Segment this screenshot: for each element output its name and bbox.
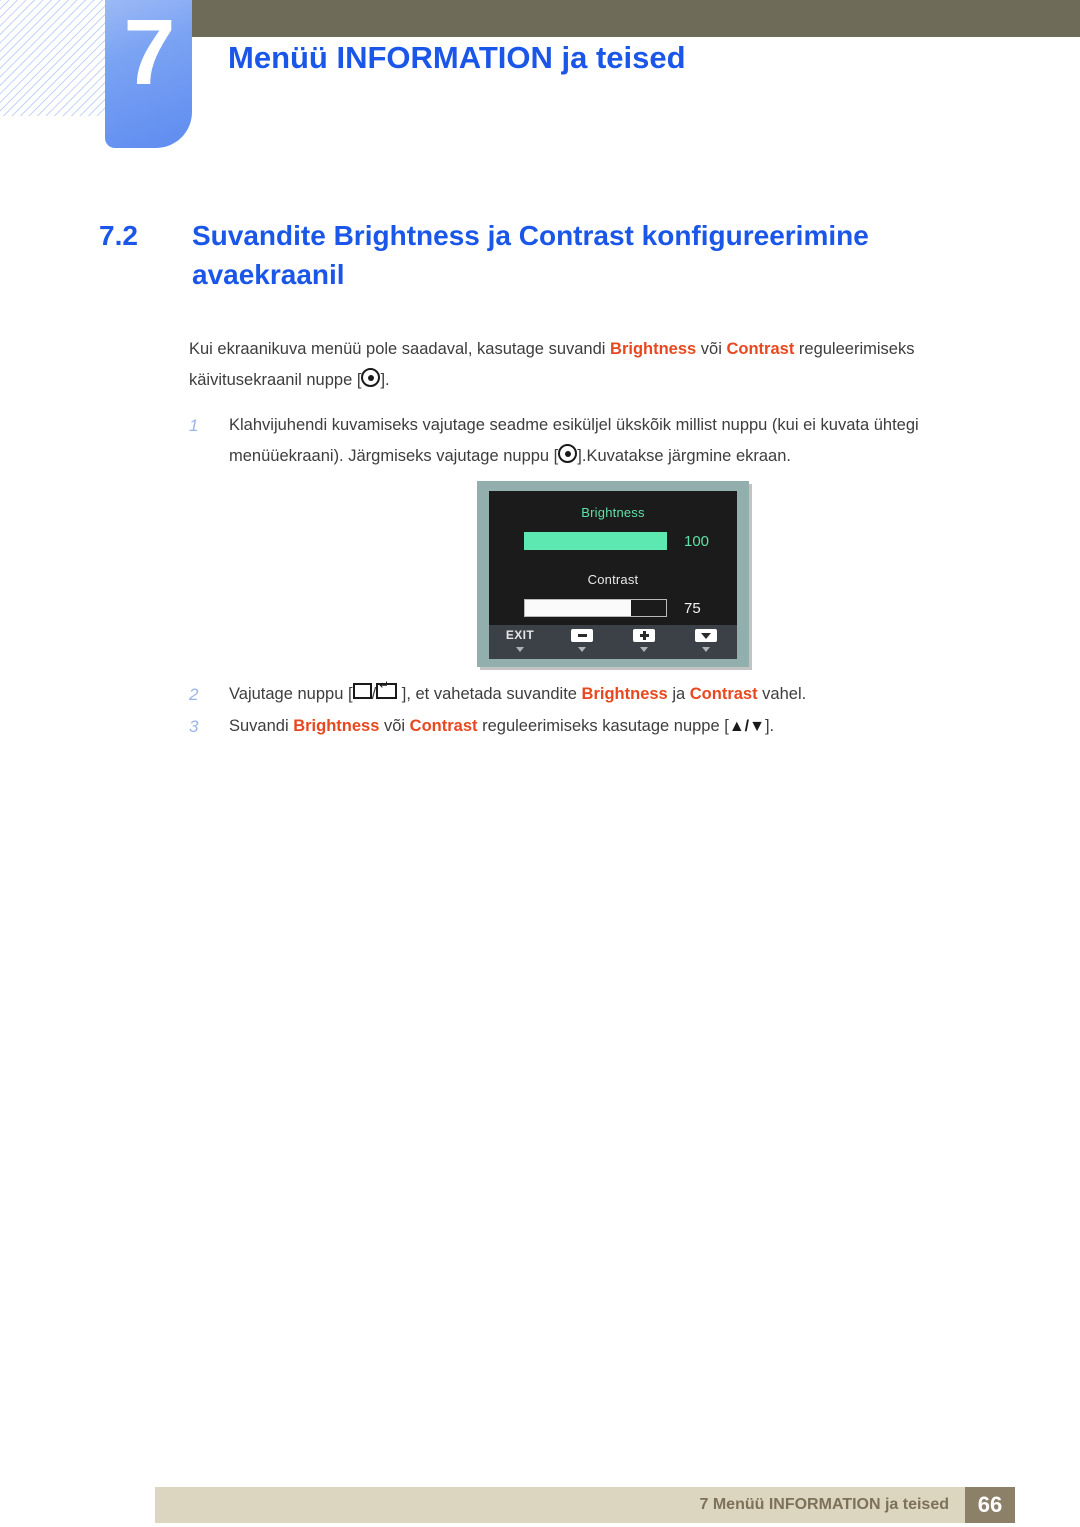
step2-highlight-brightness: Brightness [581, 685, 668, 703]
osd-screen: Brightness 100 Contrast 75 [489, 491, 737, 635]
plus-icon [633, 629, 655, 642]
list-item: 3 Suvandi Brightness või Contrast regule… [189, 711, 999, 742]
step3-text-part2: või [379, 717, 410, 735]
intro-paragraph: Kui ekraanikuva menüü pole saadaval, kas… [189, 334, 999, 396]
step-number: 3 [189, 717, 199, 736]
contrast-value: 75 [684, 599, 701, 617]
intro-text-part2: või [696, 340, 727, 358]
intro-highlight-contrast: Contrast [726, 340, 795, 358]
osd-decrease-button[interactable] [551, 625, 613, 659]
step3-highlight-brightness: Brightness [293, 717, 380, 735]
step-text: Suvandi Brightness või Contrast reguleer… [229, 711, 999, 742]
section-title: Suvandite Brightness ja Contrast konfigu… [192, 220, 869, 290]
list-item: 2 Vajutage nuppu [/ ], et vahetada suvan… [189, 679, 999, 710]
section-heading: 7.2 Suvandite Brightness ja Contrast kon… [99, 217, 999, 294]
list-item: 1 Klahvijuhendi kuvamiseks vajutage sead… [189, 410, 999, 472]
decorative-hatch-pattern [0, 0, 106, 116]
osd-exit-button[interactable]: EXIT [489, 625, 551, 659]
intro-text-part4: ]. [380, 371, 390, 389]
footer-chapter-label: 7 Menüü INFORMATION ja teised [699, 1496, 950, 1513]
step1-text-part2: ].Kuvatakse järgmine ekraan. [577, 447, 791, 465]
minus-icon [571, 629, 593, 642]
enter-button-icon [361, 368, 381, 387]
chapter-number-tab: 7 [105, 0, 192, 148]
contrast-slider-fill [525, 600, 631, 616]
footer: 7 Menüü INFORMATION ja teised 66 [155, 1487, 1015, 1523]
intro-highlight-brightness: Brightness [610, 340, 697, 358]
step3-text-part1: Suvandi [229, 717, 294, 735]
step-text: Klahvijuhendi kuvamiseks vajutage seadme… [229, 410, 999, 472]
caret-down-icon [516, 647, 524, 652]
osd-exit-label: EXIT [505, 628, 535, 642]
osd-next-button[interactable] [675, 625, 737, 659]
osd-frame: Brightness 100 Contrast 75 EXIT [477, 481, 749, 667]
step3-text-part3: reguleerimiseks kasutage nuppe [ [477, 717, 729, 735]
step2-text-part2: ], et vahetada suvandite [397, 685, 582, 703]
osd-brightness-label: Brightness [581, 505, 645, 520]
brightness-slider-fill [524, 532, 667, 550]
enter-return-button-icon [376, 679, 398, 699]
step-text: Vajutage nuppu [/ ], et vahetada suvandi… [229, 679, 999, 710]
intro-text-part1: Kui ekraanikuva menüü pole saadaval, kas… [189, 340, 611, 358]
caret-down-icon [640, 647, 648, 652]
osd-illustration: Brightness 100 Contrast 75 EXIT [477, 481, 752, 670]
osd-increase-button[interactable] [613, 625, 675, 659]
step2-text-part3: ja [667, 685, 690, 703]
step-number: 2 [189, 685, 199, 704]
caret-down-icon [578, 647, 586, 652]
osd-button-bar: EXIT [489, 625, 737, 659]
osd-contrast-row: 75 [489, 599, 737, 617]
page-number: 66 [965, 1487, 1015, 1523]
arrow-up-icon: ▲ [728, 718, 745, 735]
brightness-value: 100 [684, 532, 710, 550]
header-accent-bar [192, 0, 1080, 37]
step2-text-part1: Vajutage nuppu [ [229, 685, 353, 703]
rectangle-button-icon [352, 683, 372, 699]
arrow-down-icon: ▼ [749, 718, 765, 735]
osd-contrast-label: Contrast [587, 572, 639, 587]
step2-highlight-contrast: Contrast [689, 685, 758, 703]
contrast-slider[interactable] [524, 599, 667, 617]
arrow-down-icon [695, 629, 717, 642]
brightness-slider[interactable] [524, 532, 667, 550]
chapter-number: 7 [123, 0, 176, 104]
osd-brightness-row: 100 [489, 532, 737, 550]
section-number: 7.2 [99, 220, 138, 251]
step-number: 1 [189, 416, 199, 435]
enter-button-icon [558, 444, 578, 463]
chapter-title: Menüü INFORMATION ja teised [228, 40, 686, 75]
caret-down-icon [702, 647, 710, 652]
step3-text-part4: ]. [764, 717, 775, 735]
step3-highlight-contrast: Contrast [409, 717, 478, 735]
step2-text-part4: vahel. [757, 685, 807, 703]
